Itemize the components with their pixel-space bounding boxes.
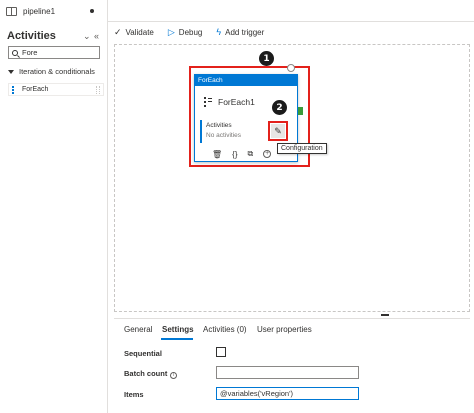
active-tab-indicator — [161, 338, 193, 340]
tab-activities[interactable]: Activities (0) — [203, 325, 247, 334]
copy-icon[interactable]: ⧉ — [248, 149, 254, 159]
play-icon: ▷ — [167, 26, 175, 37]
activity-type-label: ForEach — [195, 75, 297, 86]
items-input[interactable]: @variables('vRegion') — [216, 387, 359, 400]
activity-name: ForEach1 — [218, 97, 255, 107]
canvas-toolbar: ✓ Validate ▷ Debug ϟ Add trigger — [114, 22, 278, 42]
group-iteration-conditionals[interactable]: Iteration & conditionals — [8, 67, 95, 76]
sidebar-title: Activities — [7, 30, 56, 42]
group-label: Iteration & conditionals — [19, 67, 95, 76]
sequential-label: Sequential — [124, 349, 162, 358]
callout-2: 2 — [272, 100, 287, 115]
validate-label: Validate — [125, 27, 154, 37]
tab-general[interactable]: General — [124, 325, 152, 334]
checkmark-icon: ✓ — [114, 26, 122, 37]
code-icon[interactable]: {} — [232, 150, 237, 159]
sidebar-item-label: ForEach — [22, 86, 49, 93]
unsaved-dot-icon — [90, 9, 94, 13]
tab-pipeline1[interactable]: pipeline1 — [0, 0, 108, 22]
foreach-icon — [204, 97, 212, 107]
inner-activities-label: Activities — [206, 122, 232, 129]
search-value: Fore — [22, 48, 38, 57]
activity-options-icon[interactable] — [287, 64, 295, 72]
panel-resize-handle[interactable] — [381, 314, 389, 316]
add-trigger-button[interactable]: ϟ Add trigger — [216, 27, 264, 37]
add-trigger-label: Add trigger — [225, 27, 265, 37]
search-icon — [12, 49, 18, 56]
inner-activities-value: No activities — [206, 132, 242, 139]
inner-activities-panel: Activities No activities — [200, 120, 264, 143]
foreach-icon — [12, 85, 18, 94]
minimize-sidebar-icon[interactable]: « — [94, 31, 99, 41]
batch-count-label: Batch count — [124, 369, 168, 378]
validate-button[interactable]: ✓ Validate — [114, 27, 154, 38]
delete-icon[interactable]: 🗑 — [212, 150, 222, 159]
info-icon[interactable]: i — [170, 372, 178, 379]
configuration-tooltip: Configuration — [277, 143, 327, 154]
edit-activities-button[interactable]: ✎ — [271, 124, 285, 138]
tab-label: pipeline1 — [23, 6, 56, 16]
batch-count-input[interactable] — [216, 366, 359, 379]
add-output-icon[interactable]: + — [263, 150, 272, 158]
sidebar-item-foreach[interactable]: ForEach — [8, 83, 104, 96]
items-label: Items — [124, 390, 144, 399]
pencil-icon: ✎ — [274, 125, 282, 136]
collapse-all-icon[interactable]: ⌄ — [83, 31, 91, 42]
tab-settings[interactable]: Settings — [162, 325, 194, 334]
activities-sidebar: Activities ⌄ « Fore Iteration & conditio… — [0, 22, 108, 413]
tab-bar: pipeline1 — [0, 0, 474, 22]
debug-button[interactable]: ▷ Debug — [168, 27, 203, 38]
chevron-down-icon — [8, 69, 14, 74]
drag-handle-icon[interactable] — [96, 86, 100, 94]
debug-label: Debug — [178, 27, 203, 37]
trigger-icon: ϟ — [216, 27, 222, 37]
activity-actions: 🗑 {} ⧉ + — [212, 149, 272, 159]
sequential-checkbox[interactable] — [216, 347, 226, 357]
success-output-handle[interactable] — [298, 107, 303, 115]
batch-count-label-row: Batch count i — [124, 369, 178, 379]
callout-1: 1 — [259, 51, 274, 66]
tab-user-properties[interactable]: User properties — [257, 325, 312, 334]
pipeline-icon — [6, 6, 17, 16]
activity-search-input[interactable]: Fore — [8, 46, 100, 59]
